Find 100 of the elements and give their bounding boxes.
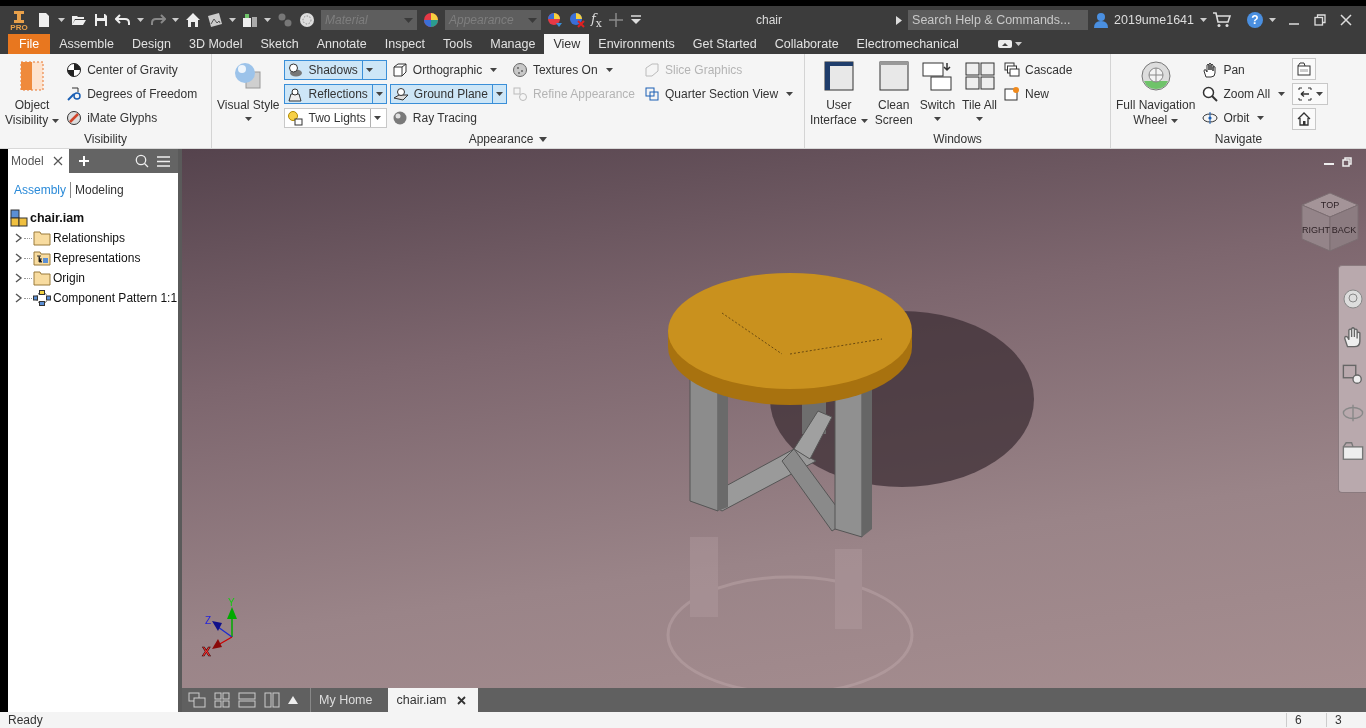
paint-icon[interactable] [547,12,563,28]
ribbon-button[interactable]: Full Navigation Wheel [1114,58,1198,128]
ribbon-button[interactable]: Degrees of Freedom [64,84,202,104]
ribbon-tab[interactable]: Inspect [375,34,435,54]
user-name[interactable]: 2019ume1641 [1114,13,1194,27]
caret-icon[interactable] [137,18,144,22]
ribbon-tab[interactable]: Annotate [307,34,376,54]
tree-item[interactable]: Origin [53,271,85,285]
caret-icon[interactable] [1269,18,1276,22]
caret-icon[interactable] [229,18,236,22]
view-toggle[interactable]: Assembly [14,183,66,197]
stool-drawing[interactable] [668,273,912,538]
redo-icon[interactable] [150,12,166,28]
app-logo[interactable]: PRO [8,9,30,31]
ribbon-tab[interactable]: Electromechanical [847,34,968,54]
ribbon-button[interactable]: Orbit [1200,108,1269,128]
caret-icon[interactable] [1014,42,1022,46]
caret-icon[interactable] [264,18,271,22]
formula-button[interactable]: f$_{x}$ [591,10,602,30]
tree-item[interactable]: chair.iam [30,211,85,225]
zoom-icon[interactable] [1341,364,1364,386]
close-icon[interactable] [456,695,466,705]
ribbon-toggle-icon[interactable] [997,40,1012,48]
dropdown-button[interactable] [491,85,506,103]
color-wheel-icon[interactable] [423,12,439,28]
dropdown-button[interactable] [369,109,384,127]
tree-item[interactable]: Representations [53,251,141,265]
tree-item[interactable]: Relationships [53,231,126,245]
ribbon-tab[interactable]: View [544,34,590,54]
ribbon-button[interactable]: New [1002,84,1053,104]
ribbon-button[interactable]: Tile All [960,58,999,121]
ribbon-tab[interactable]: Manage [481,34,545,54]
expand-icon[interactable] [896,15,903,25]
model-viewport[interactable]: Y Z X TOP RIGHT BACK [182,149,1366,688]
ribbon-tab[interactable]: 3D Model [179,34,252,54]
caret-icon[interactable] [539,136,548,142]
view-toggle[interactable]: Modeling [75,183,124,197]
ribbon-tab[interactable]: Design [123,34,180,54]
ribbon-button[interactable]: Center of Gravity [64,60,182,80]
search-field[interactable]: Search Help & Commands... [908,10,1089,30]
ribbon-tab[interactable]: Get Started [683,34,766,54]
caret-icon[interactable] [1200,18,1207,22]
tile-horizontal-icon[interactable] [238,692,256,708]
ribbon-button[interactable]: iMate Glyphs [64,108,162,128]
ribbon-button[interactable]: Zoom All [1200,84,1290,104]
caret-icon[interactable] [58,18,65,22]
ribbon-button[interactable]: Clean Screen [872,58,915,128]
home-icon[interactable] [185,12,201,28]
ribbon-button[interactable]: Cascade [1002,60,1077,80]
cascade-icon[interactable] [188,692,206,708]
ribbon-tab[interactable]: Collaborate [765,34,848,54]
image-icon[interactable] [207,12,223,28]
search-icon[interactable] [135,154,149,168]
dropdown-button[interactable] [371,85,386,103]
hand-icon[interactable] [1341,326,1364,348]
ribbon-button[interactable]: Orthographic [389,60,502,80]
tree-item[interactable]: Component Pattern 1:1 [53,291,178,305]
add-icon[interactable] [78,156,89,166]
restore-icon[interactable] [1342,157,1352,167]
dropdown-button[interactable] [361,61,376,79]
ribbon-tab[interactable]: Environments [589,34,684,54]
ribbon-tab[interactable]: Tools [434,34,482,54]
icon-button[interactable] [1292,83,1329,105]
navigation-wheel-icon[interactable] [1341,288,1364,310]
document-tab[interactable]: chair.iam [388,688,478,712]
close-icon[interactable] [52,156,63,166]
new-document-icon[interactable] [36,12,52,28]
caret-icon [1278,92,1286,96]
ribbon-button[interactable]: Pan [1200,60,1249,80]
user-icon[interactable] [1094,12,1109,28]
ribbon-button[interactable]: Visual Style [215,58,282,121]
icon-button[interactable] [1292,108,1317,130]
browser-tab[interactable]: Model [8,149,69,173]
tile-windows-icon[interactable] [214,692,230,708]
plus-icon[interactable] [607,12,624,28]
menu-icon[interactable] [157,155,170,167]
save-icon[interactable] [93,12,109,28]
ribbon-button[interactable]: Switch [917,58,958,121]
ribbon-button[interactable]: Quarter Section View [642,84,798,104]
caret-icon[interactable] [172,18,179,22]
clear-paint-icon[interactable] [569,12,585,28]
refine-icon [511,86,528,102]
ribbon-button[interactable]: Ray Tracing [389,108,481,128]
customize-icon[interactable] [629,14,642,26]
ribbon-button[interactable]: User Interface [808,58,870,128]
ribbon-button[interactable]: Object Visibility [3,58,62,128]
caret-icon [1316,92,1324,96]
view-cube[interactable]: TOP RIGHT BACK [1300,191,1360,253]
ribbon-tab[interactable]: Assemble [50,34,124,54]
cart-icon[interactable] [1213,12,1231,28]
ribbon-button[interactable]: Textures On [509,60,617,80]
pattern-icon [33,290,51,306]
tile-vertical-icon[interactable] [264,692,280,708]
undo-icon[interactable] [115,12,131,28]
ribbon-tab[interactable]: Sketch [251,34,308,54]
parts-icon[interactable] [242,12,258,28]
triangle-up-icon[interactable] [288,696,298,704]
restore-icon[interactable] [1314,14,1326,26]
material-icon[interactable] [299,12,315,28]
document-tab[interactable]: My Home [315,688,385,712]
